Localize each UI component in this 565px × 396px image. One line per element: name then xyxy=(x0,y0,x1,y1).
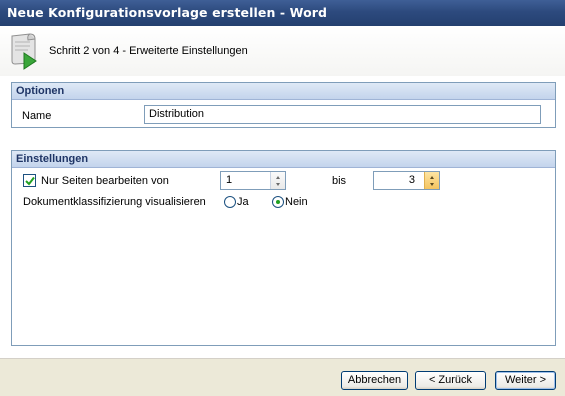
radio-ja-label[interactable]: Ja xyxy=(237,196,249,208)
from-page-spinner[interactable]: 1 xyxy=(220,171,286,190)
optionen-group: Optionen Name Distribution xyxy=(11,82,556,128)
radio-ja[interactable] xyxy=(224,196,236,208)
from-page-value: 1 xyxy=(226,174,233,186)
to-page-spinner[interactable]: 3 xyxy=(373,171,440,190)
button-bar: Abbrechen < Zurück Weiter > xyxy=(0,358,565,396)
name-value: Distribution xyxy=(149,108,205,120)
cancel-button[interactable]: Abbrechen xyxy=(341,371,408,390)
radio-nein[interactable] xyxy=(272,196,284,208)
pages-checkbox[interactable] xyxy=(23,174,36,187)
spin-down-icon[interactable] xyxy=(425,180,439,188)
window-title: Neue Konfigurationsvorlage erstellen - W… xyxy=(7,5,328,20)
wizard-content: Optionen Name Distribution Einstellungen… xyxy=(0,76,565,358)
to-label: bis xyxy=(332,175,347,187)
next-button[interactable]: Weiter > xyxy=(495,371,556,390)
name-label: Name xyxy=(22,110,52,122)
step-indicator: Schritt 2 von 4 - Erweiterte Einstellung… xyxy=(49,45,248,57)
einstellungen-header: Einstellungen xyxy=(12,151,555,168)
spin-down-icon[interactable] xyxy=(271,180,285,188)
spin-up-icon[interactable] xyxy=(425,172,439,180)
pages-checkbox-label: Nur Seiten bearbeiten von xyxy=(41,175,169,187)
to-page-arrows xyxy=(424,172,439,189)
document-wizard-icon xyxy=(8,32,40,70)
optionen-header: Optionen xyxy=(12,83,555,100)
radio-nein-label[interactable]: Nein xyxy=(285,196,308,208)
back-button[interactable]: < Zurück xyxy=(415,371,486,390)
title-bar[interactable]: Neue Konfigurationsvorlage erstellen - W… xyxy=(0,0,565,26)
visualize-label: Dokumentklassifizierung visualisieren xyxy=(23,196,206,208)
to-page-value: 3 xyxy=(408,174,415,186)
einstellungen-group: Einstellungen Nur Seiten bearbeiten von … xyxy=(11,150,556,346)
wizard-header: Schritt 2 von 4 - Erweiterte Einstellung… xyxy=(0,26,565,76)
spin-up-icon[interactable] xyxy=(271,172,285,180)
radio-selected-dot xyxy=(276,200,280,204)
checkmark-icon xyxy=(25,176,35,186)
from-page-arrows xyxy=(270,172,285,189)
dialog-window: Neue Konfigurationsvorlage erstellen - W… xyxy=(0,0,565,396)
name-field[interactable]: Distribution xyxy=(144,105,541,124)
